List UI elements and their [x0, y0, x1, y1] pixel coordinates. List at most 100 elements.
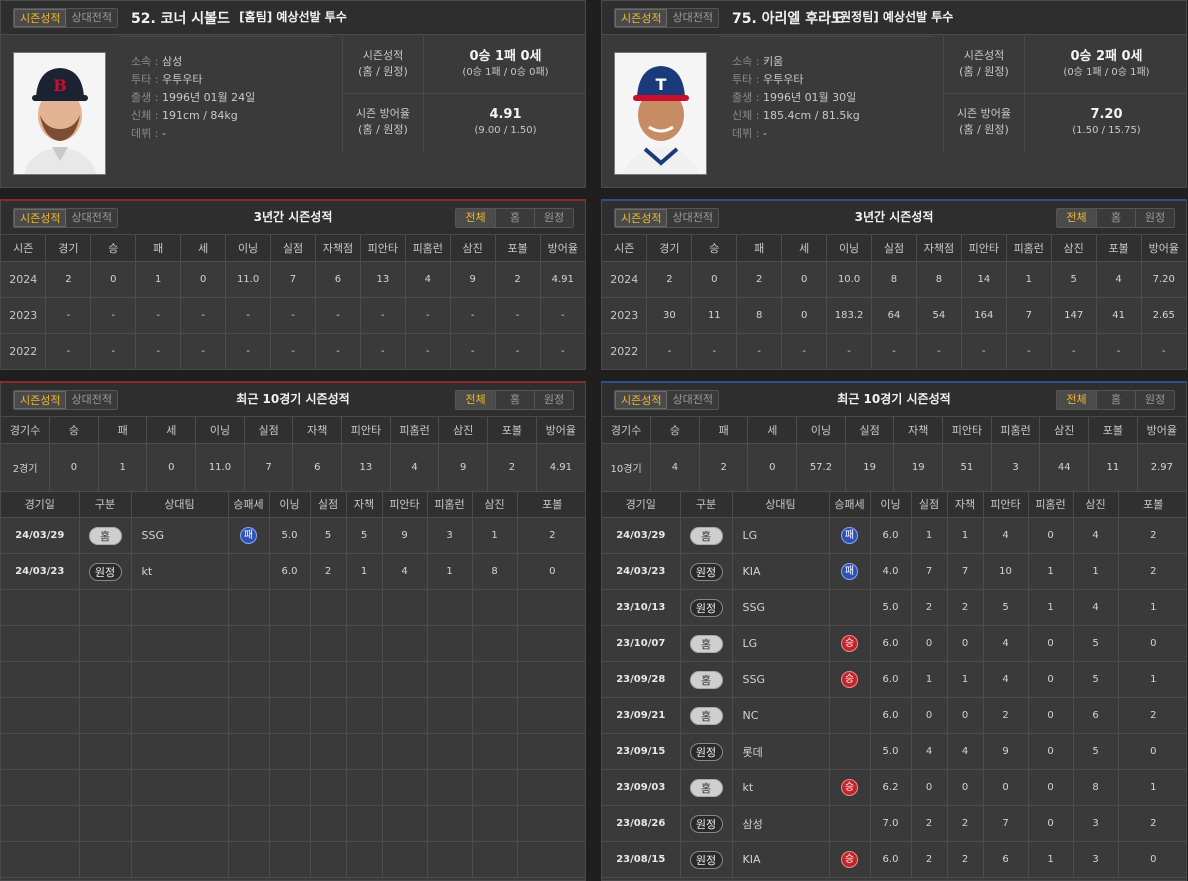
recent-games-panel: 시즌성적 상대전적 최근 10경기 시즌성적 전체 홈 원정 경기수 승 패 세 이닝 실점 자책… [0, 381, 586, 881]
column-header: 피홈런 [991, 417, 1041, 444]
game-log-table: 경기일 구분 상대팀 승패세 이닝 실점 자책 피안타 피홈런 삼진 포볼 24/03/29 홈 SSG 패… [1, 491, 585, 878]
game-type: 원정 [680, 589, 733, 626]
game-date: 24/03/23 [602, 553, 681, 590]
empty-cell [79, 769, 132, 806]
empty-cell [346, 769, 383, 806]
stat-cell: 0 [1028, 517, 1074, 554]
stat-cell: 4 [650, 443, 700, 492]
filter-all[interactable]: 전체 [456, 209, 495, 227]
decision: 패 [829, 553, 871, 590]
table-row [1, 625, 585, 662]
stat-cell: - [135, 333, 182, 369]
opponent-team: LG [732, 517, 830, 554]
filter-home[interactable]: 홈 [495, 391, 534, 409]
stat-cell: 0 [1118, 625, 1186, 662]
stat-cell: 2024 [602, 261, 648, 298]
season-row: 2024 2 0 2 0 10.0 8 8 14 1 5 4 7.20 [602, 261, 1186, 298]
game-type: 홈 [680, 769, 733, 806]
column-header: 승 [650, 417, 700, 444]
stat-cell: 1 [1028, 553, 1074, 590]
empty-cell [382, 661, 428, 698]
three-year-table: 시즌 경기 승 패 세 이닝 실점 자책점 피안타 피홈런 삼진 포볼 방어율 2024 2 0 1 0 11.0 7… [1, 235, 585, 369]
table-row[interactable]: 23/08/15 원정 KIA 승 6.0 2 2 6 1 3 0 [602, 841, 1186, 878]
table-row[interactable]: 23/08/26 원정 삼성 7.0 2 2 7 0 3 2 [602, 805, 1186, 842]
column-header: 승패세 [829, 491, 871, 518]
stat-cell: - [1051, 333, 1097, 369]
table-row[interactable]: 23/09/15 원정 롯데 5.0 4 4 9 0 5 0 [602, 733, 1186, 770]
filter-away[interactable]: 원정 [534, 209, 573, 227]
home-away-badge: 원정 [689, 814, 723, 833]
info-value: - [161, 127, 166, 140]
filter-home[interactable]: 홈 [1096, 391, 1135, 409]
table-row[interactable]: 24/03/29 홈 SSG 패 5.0 5 5 9 3 1 2 [1, 517, 585, 554]
column-header: 세 [781, 235, 828, 262]
filter-all[interactable]: 전체 [456, 391, 495, 409]
decision [829, 733, 871, 770]
table-row[interactable]: 24/03/23 원정 KIA 패 4.0 7 7 10 1 1 2 [602, 553, 1186, 590]
game-type: 원정 [680, 553, 733, 590]
stat-cell: - [405, 333, 451, 369]
empty-cell [228, 841, 270, 878]
info-value: 우투우타 [161, 73, 203, 86]
home-away-badge: 원정 [689, 598, 723, 617]
stat-cell: 0 [1028, 769, 1074, 806]
empty-cell [269, 841, 311, 878]
info-label: 출생 [131, 91, 152, 104]
column-header: 시즌 [602, 235, 648, 262]
empty-cell [131, 661, 229, 698]
filter-home[interactable]: 홈 [1096, 209, 1135, 227]
season-summary-box: 시즌성적 (홈 / 원정) 0승 2패 0세 (0승 1패 / 0승 1패) 시즌 … [943, 36, 1186, 153]
filter-all[interactable]: 전체 [1057, 391, 1096, 409]
stat-cell: 0 [947, 769, 984, 806]
stat-cell: 2 [911, 589, 948, 626]
game-date: 23/09/28 [602, 661, 681, 698]
empty-cell [228, 625, 270, 662]
stat-cell: 2.97 [1137, 443, 1186, 492]
home-away-badge: 원정 [88, 562, 122, 581]
info-value: 1996년 01월 24일 [161, 91, 256, 104]
table-row[interactable]: 23/09/03 홈 kt 승 6.2 0 0 0 0 8 1 [602, 769, 1186, 806]
empty-cell [310, 589, 347, 626]
split-filter: 전체 홈 원정 [1056, 390, 1175, 410]
split-filter: 전체 홈 원정 [455, 208, 574, 228]
table-row[interactable]: 23/10/07 홈 LG 승 6.0 0 0 4 0 5 0 [602, 625, 1186, 662]
stat-cell: 7 [911, 553, 948, 590]
stat-cell: 0 [1118, 733, 1186, 770]
table-row [1, 661, 585, 698]
stat-cell: 11.0 [225, 261, 272, 298]
home-away-badge: 홈 [689, 634, 723, 653]
empty-cell [472, 661, 518, 698]
stat-cell: - [90, 333, 137, 369]
stat-cell: 0 [1028, 697, 1074, 734]
info-value: 우투우타 [762, 73, 804, 86]
filter-all[interactable]: 전체 [1057, 209, 1096, 227]
filter-home[interactable]: 홈 [495, 209, 534, 227]
empty-cell [427, 625, 473, 662]
empty-cell [1, 733, 80, 770]
filter-away[interactable]: 원정 [1135, 209, 1174, 227]
decision-badge: 패 [240, 527, 257, 544]
column-header: 피홈런 [1028, 491, 1074, 518]
filter-away[interactable]: 원정 [534, 391, 573, 409]
table-row[interactable]: 23/09/21 홈 NC 6.0 0 0 2 0 6 2 [602, 697, 1186, 734]
stat-cell: 0 [911, 769, 948, 806]
filter-away[interactable]: 원정 [1135, 391, 1174, 409]
empty-cell [517, 661, 585, 698]
column-header: 세 [146, 417, 197, 444]
stat-cell: 8 [472, 553, 518, 590]
table-row[interactable]: 23/10/13 원정 SSG 5.0 2 2 5 1 4 1 [602, 589, 1186, 626]
column-header: 피홈런 [1006, 235, 1052, 262]
table-row[interactable]: 24/03/29 홈 LG 패 6.0 1 1 4 0 4 2 [602, 517, 1186, 554]
stat-cell: 8 [871, 261, 917, 298]
stat-cell: 1 [947, 517, 984, 554]
recent-summary-table: 경기수 승 패 세 이닝 실점 자책 피안타 피홈런 삼진 포볼 방어율 10경기 4 2 0 57.2 19 19… [602, 417, 1186, 492]
table-row[interactable]: 24/03/23 원정 kt 6.0 2 1 4 1 8 0 [1, 553, 585, 590]
stat-cell: 9 [983, 733, 1029, 770]
stat-cell: 7 [947, 553, 984, 590]
stat-cell: - [691, 333, 738, 369]
empty-cell [79, 805, 132, 842]
column-header: 경기일 [1, 491, 80, 518]
column-header: 패 [135, 235, 182, 262]
stat-cell: 6.0 [870, 841, 912, 878]
table-row[interactable]: 23/09/28 홈 SSG 승 6.0 1 1 4 0 5 1 [602, 661, 1186, 698]
